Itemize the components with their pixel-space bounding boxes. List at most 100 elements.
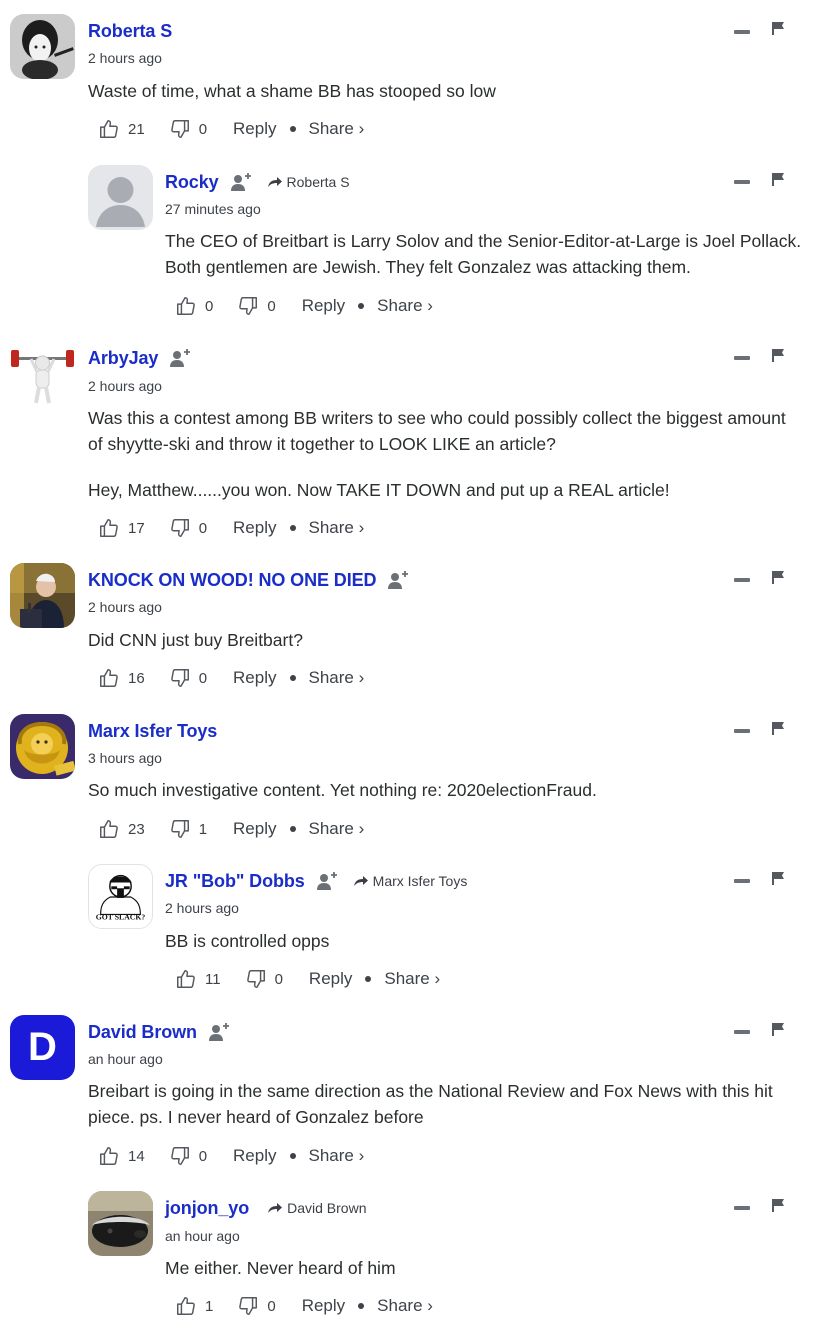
collapse-icon[interactable] [734,180,750,184]
downvote-button[interactable]: 0 [169,1145,207,1167]
reply-button[interactable]: Reply [302,296,345,316]
collapse-icon[interactable] [734,1206,750,1210]
reply-button[interactable]: Reply [233,518,276,538]
reply-button[interactable]: Reply [309,969,352,989]
flag-icon[interactable] [771,348,785,362]
comment-actions: 21 0 Reply Share › [98,117,364,141]
share-button[interactable]: Share › [309,119,365,139]
upvote-count: 1 [205,1297,214,1315]
avatar[interactable] [10,714,75,779]
follow-user-icon[interactable] [386,570,410,590]
reply-button[interactable]: Reply [302,1296,345,1316]
timestamp[interactable]: an hour ago [165,1228,240,1244]
author-name[interactable]: KNOCK ON WOOD! NO ONE DIED [88,570,377,591]
avatar[interactable]: D [10,1015,75,1080]
timestamp[interactable]: 2 hours ago [88,378,162,394]
separator-dot [358,303,365,309]
thumbs-up-icon [177,1297,195,1315]
thumbs-down-icon [170,519,189,537]
flag-icon[interactable] [771,172,785,186]
separator-dot [289,675,296,681]
downvote-button[interactable]: 0 [169,517,207,539]
flag-icon[interactable] [771,871,785,885]
upvote-button[interactable]: 11 [175,968,221,990]
author-name[interactable]: Rocky [165,172,219,193]
flag-icon[interactable] [771,570,785,584]
reply-button[interactable]: Reply [233,668,276,688]
follow-user-icon[interactable] [315,871,339,891]
upvote-button[interactable]: 14 [98,1145,145,1167]
author-name[interactable]: Marx Isfer Toys [88,721,217,742]
author-name[interactable]: jonjon_yo [165,1198,249,1219]
author-name[interactable]: David Brown [88,1022,197,1043]
collapse-icon[interactable] [734,729,750,733]
share-button[interactable]: Share › [377,1296,433,1316]
share-button[interactable]: Share › [377,296,433,316]
reply-button[interactable]: Reply [233,119,276,139]
avatar[interactable]: GOT SLACK? [88,864,153,929]
reply-button[interactable]: Reply [233,819,276,839]
avatar[interactable] [88,1191,153,1256]
author-name[interactable]: JR "Bob" Dobbs [165,871,305,892]
author-name[interactable]: ArbyJay [88,348,158,369]
share-button[interactable]: Share › [384,969,440,989]
share-button[interactable]: Share › [309,819,365,839]
downvote-button[interactable]: 0 [169,118,207,140]
reply-arrow-icon [268,1203,283,1213]
timestamp[interactable]: 2 hours ago [88,599,162,615]
reply-to[interactable]: Roberta S [267,174,350,190]
author-name[interactable]: Roberta S [88,21,172,42]
collapse-icon[interactable] [734,30,750,34]
timestamp[interactable]: an hour ago [88,1051,163,1067]
reply-to[interactable]: Marx Isfer Toys [353,873,467,889]
downvote-count: 0 [267,297,276,315]
flag-icon[interactable] [771,721,785,735]
upvote-count: 23 [128,820,145,838]
avatar[interactable] [10,563,75,628]
upvote-button[interactable]: 23 [98,818,145,840]
timestamp[interactable]: 27 minutes ago [165,201,261,217]
comment-text: So much investigative content. Yet nothi… [88,780,597,800]
downvote-button[interactable]: 0 [237,295,276,317]
upvote-button[interactable]: 1 [175,1295,213,1317]
avatar[interactable] [88,165,153,230]
reply-to[interactable]: David Brown [267,1200,366,1216]
comment-actions: 0 0 Reply Share › [175,294,433,318]
collapse-icon[interactable] [734,356,750,360]
upvote-count: 14 [128,1147,145,1165]
downvote-button[interactable]: 1 [169,818,207,840]
collapse-icon[interactable] [734,578,750,582]
share-button[interactable]: Share › [309,518,365,538]
timestamp[interactable]: 2 hours ago [88,50,162,66]
upvote-button[interactable]: 16 [98,667,145,689]
collapse-icon[interactable] [734,879,750,883]
comment-text: Breibart is going in the same direction … [88,1081,773,1127]
flag-icon[interactable] [771,1198,785,1212]
thumbs-down-icon [239,297,258,315]
follow-user-icon[interactable] [168,348,192,368]
upvote-count: 16 [128,669,145,687]
flag-icon[interactable] [771,21,785,35]
flag-icon[interactable] [771,1022,785,1036]
downvote-button[interactable]: 0 [237,1295,276,1317]
collapse-icon[interactable] [734,1030,750,1034]
downvote-button[interactable]: 0 [245,968,283,990]
comment-text: Me either. Never heard of him [165,1258,396,1278]
follow-user-icon[interactable] [229,172,253,192]
upvote-button[interactable]: 17 [98,517,145,539]
avatar[interactable] [10,341,75,406]
upvote-button[interactable]: 0 [175,295,213,317]
timestamp[interactable]: 3 hours ago [88,750,162,766]
downvote-button[interactable]: 0 [169,667,207,689]
follow-user-icon[interactable] [207,1022,231,1042]
share-button[interactable]: Share › [309,1146,365,1166]
reply-to-name: David Brown [287,1200,367,1216]
timestamp[interactable]: 2 hours ago [165,900,239,916]
reply-button[interactable]: Reply [233,1146,276,1166]
downvote-count: 0 [198,519,208,537]
comment-text: Waste of time, what a shame BB has stoop… [88,81,496,101]
avatar-caption: GOT SLACK? [96,912,146,921]
share-button[interactable]: Share › [309,668,365,688]
upvote-button[interactable]: 21 [98,118,145,140]
avatar[interactable] [10,14,75,79]
